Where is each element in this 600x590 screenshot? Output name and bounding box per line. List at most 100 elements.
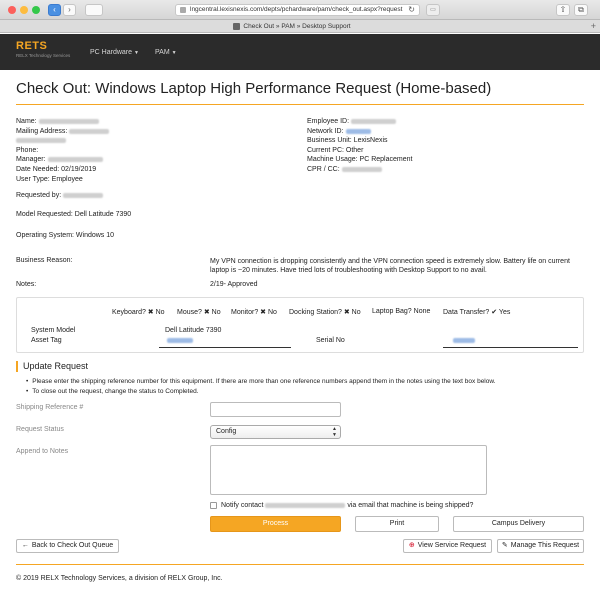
docking-status: Docking Station? ✖ No bbox=[289, 309, 361, 316]
name-label: Name: bbox=[16, 118, 37, 125]
requested-by-label: Requested by: bbox=[16, 192, 62, 199]
request-status-select[interactable]: Config ▲ ▼ bbox=[210, 425, 341, 439]
favicon-icon bbox=[233, 22, 241, 30]
employee-id-field: Employee ID: bbox=[307, 118, 396, 125]
app-navbar: RETS RELX Technology Services PC Hardwar… bbox=[0, 34, 600, 70]
serial-underline bbox=[443, 347, 578, 348]
redacted-employee-id bbox=[350, 118, 396, 124]
mailing-label: Mailing Address: bbox=[16, 128, 68, 135]
print-button[interactable]: Print bbox=[355, 516, 439, 532]
nav-pc-hardware-label: PC Hardware bbox=[90, 49, 133, 56]
redacted-requester bbox=[63, 192, 104, 198]
system-model-label: System Model bbox=[31, 327, 76, 334]
mailing-field: Mailing Address: bbox=[16, 128, 110, 135]
redacted-network-id[interactable] bbox=[345, 128, 371, 134]
request-status-value: Config bbox=[216, 428, 237, 435]
back-to-queue-button[interactable]: ← Back to Check Out Queue bbox=[16, 539, 119, 553]
current-pc: Current PC: Other bbox=[307, 147, 364, 154]
notes-text: 2/19- Approved bbox=[210, 281, 258, 288]
caret-down-icon: ▼ bbox=[134, 50, 139, 56]
nav-pc-hardware[interactable]: PC Hardware ▼ bbox=[90, 49, 139, 56]
instruction-shipping: Please enter the shipping reference numb… bbox=[26, 378, 495, 385]
nav-pam[interactable]: PAM ▼ bbox=[155, 49, 177, 56]
address-bar[interactable]: lngcentral.lexisnexis.com/depts/pchardwa… bbox=[175, 4, 420, 16]
chevron-left-icon: ‹ bbox=[53, 5, 56, 14]
caret-down-icon: ▼ bbox=[171, 50, 177, 56]
mouse-status: Mouse? ✖ No bbox=[177, 309, 221, 316]
shipping-ref-input[interactable] bbox=[210, 402, 341, 417]
nav-pam-label: PAM bbox=[155, 49, 170, 56]
append-notes-label: Append to Notes bbox=[16, 448, 69, 455]
new-tab-button[interactable]: + bbox=[591, 20, 596, 33]
redacted-name bbox=[38, 118, 99, 124]
extension-button[interactable]: ▭ bbox=[426, 4, 440, 16]
back-button[interactable]: ‹ bbox=[48, 4, 61, 16]
redacted-address-line2 bbox=[16, 137, 66, 143]
laptop-bag-status: Laptop Bag? None bbox=[372, 308, 431, 315]
data-transfer-status: Data Transfer? ✔ Yes bbox=[443, 309, 511, 316]
business-unit: Business Unit: LexisNexis bbox=[307, 137, 388, 144]
network-id-field: Network ID: bbox=[307, 128, 371, 135]
notify-checkbox[interactable] bbox=[210, 502, 217, 509]
active-tab[interactable]: Check Out » PAM » Desktop Support bbox=[0, 20, 584, 33]
footer-copyright: © 2019 RELX Technology Services, a divis… bbox=[16, 575, 223, 582]
process-button[interactable]: Process bbox=[210, 516, 341, 532]
title-divider bbox=[16, 104, 584, 105]
view-service-request-button[interactable]: ⊕ View Service Request bbox=[403, 539, 492, 553]
brand-subtitle: RELX Technology Services bbox=[16, 53, 71, 58]
monitor-status: Monitor? ✖ No bbox=[231, 309, 277, 316]
redacted-asset-tag bbox=[167, 337, 193, 343]
view-service-request-label: View Service Request bbox=[417, 542, 487, 549]
back-to-queue-label: Back to Check Out Queue bbox=[31, 542, 114, 549]
asset-tag-label: Asset Tag bbox=[31, 337, 62, 344]
campus-delivery-button[interactable]: Campus Delivery bbox=[453, 516, 584, 532]
redacted-address bbox=[69, 128, 110, 134]
close-window-button[interactable] bbox=[8, 6, 16, 14]
mailing-field-line2 bbox=[16, 137, 66, 144]
tab-title: Check Out » PAM » Desktop Support bbox=[243, 23, 351, 30]
user-type: User Type: Employee bbox=[16, 176, 83, 183]
notify-suffix: via email that machine is being shipped? bbox=[347, 502, 474, 509]
serial-value[interactable] bbox=[453, 337, 475, 344]
name-field: Name: bbox=[16, 118, 99, 125]
manager-field: Manager: bbox=[16, 156, 103, 163]
chevron-right-icon: › bbox=[68, 5, 71, 14]
phone-field: Phone: bbox=[16, 147, 38, 154]
page-title: Check Out: Windows Laptop High Performan… bbox=[16, 80, 492, 97]
date-needed: Date Needed: 02/19/2019 bbox=[16, 166, 97, 173]
shipping-ref-label: Shipping Reference # bbox=[16, 404, 84, 411]
redacted-contact-email bbox=[265, 502, 346, 508]
pencil-icon: ✎ bbox=[501, 542, 508, 549]
update-request-heading: Update Request bbox=[16, 361, 88, 372]
append-notes-textarea[interactable] bbox=[210, 445, 487, 495]
tabs-overview-button[interactable]: ⧉ bbox=[574, 4, 588, 16]
footer-divider bbox=[16, 564, 584, 565]
business-reason-label: Business Reason: bbox=[16, 257, 73, 264]
notify-text: Notify contact via email that machine is… bbox=[221, 502, 473, 509]
network-id-label: Network ID: bbox=[307, 128, 344, 135]
cpr-label: CPR / CC: bbox=[307, 166, 340, 173]
model-requested: Model Requested: Dell Latitude 7390 bbox=[16, 211, 132, 218]
reload-icon[interactable]: ↻ bbox=[408, 5, 415, 15]
minimize-window-button[interactable] bbox=[20, 6, 28, 14]
requested-by-field: Requested by: bbox=[16, 192, 104, 199]
forward-button[interactable]: › bbox=[63, 4, 76, 16]
asset-tag-value[interactable] bbox=[167, 337, 193, 344]
zoom-window-button[interactable] bbox=[32, 6, 40, 14]
phone-label: Phone: bbox=[16, 147, 39, 154]
asset-tag-underline bbox=[159, 347, 291, 348]
arrow-left-icon: ← bbox=[21, 542, 29, 549]
lock-icon bbox=[180, 7, 186, 13]
share-button[interactable]: ⇧ bbox=[556, 4, 570, 16]
brand-logo[interactable]: RETS bbox=[16, 40, 47, 52]
notes-label: Notes: bbox=[16, 281, 37, 288]
sidebar-toggle-button[interactable] bbox=[85, 4, 103, 16]
manage-request-label: Manage This Request bbox=[510, 542, 580, 549]
request-status-label: Request Status bbox=[16, 426, 64, 433]
machine-usage: Machine Usage: PC Replacement bbox=[307, 156, 413, 163]
redacted-manager bbox=[47, 156, 103, 162]
cpr-field: CPR / CC: bbox=[307, 166, 382, 173]
business-reason-text: My VPN connection is dropping consistent… bbox=[210, 258, 570, 274]
manage-request-button[interactable]: ✎ Manage This Request bbox=[497, 539, 584, 553]
browser-toolbar: ‹ › lngcentral.lexisnexis.com/depts/pcha… bbox=[0, 0, 600, 20]
